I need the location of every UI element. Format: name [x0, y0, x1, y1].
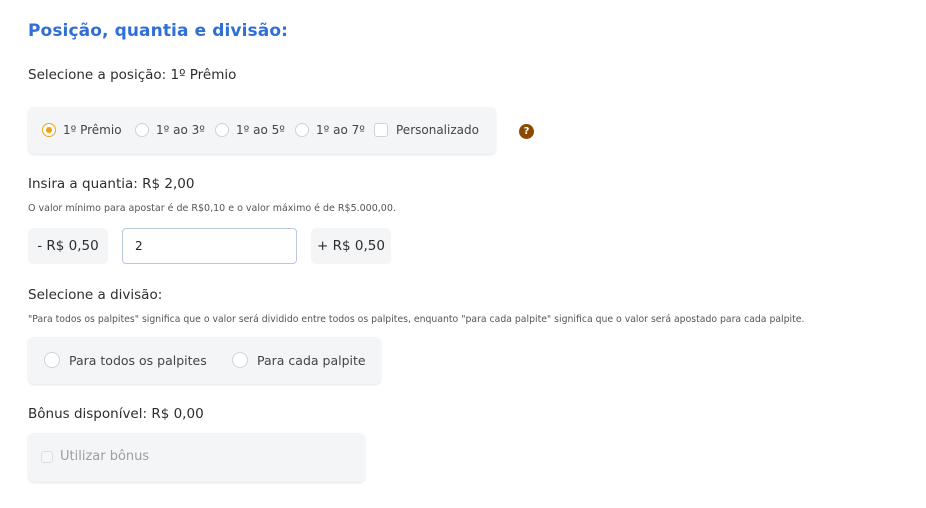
position-label: Selecione a posição: 1º Prêmio [28, 67, 237, 83]
division-option-all[interactable]: Para todos os palpites [44, 352, 207, 368]
position-option-label: 1º ao 5º [236, 123, 285, 137]
decrement-button[interactable]: - R$ 0,50 [28, 228, 108, 264]
position-option-label: 1º Prêmio [63, 123, 122, 137]
section-title: Posição, quantia e divisão: [28, 21, 288, 41]
amount-label: Insira a quantia: R$ 2,00 [28, 176, 195, 192]
question-icon[interactable]: ? [519, 124, 534, 139]
increment-button[interactable]: + R$ 0,50 [311, 228, 391, 264]
radio-icon[interactable] [44, 352, 60, 368]
position-custom-label: Personalizado [396, 123, 479, 137]
radio-icon[interactable] [135, 123, 149, 137]
amount-input[interactable] [122, 228, 297, 264]
amount-help-text: O valor mínimo para apostar é de R$0,10 … [28, 203, 396, 214]
position-option-custom[interactable]: Personalizado [374, 123, 479, 137]
radio-icon[interactable] [295, 123, 309, 137]
position-option-1-5[interactable]: 1º ao 5º [215, 123, 285, 137]
bonus-group: Utilizar bônus [28, 433, 365, 482]
checkbox-icon[interactable] [374, 123, 388, 137]
division-options-group: Para todos os palpites Para cada palpite [28, 337, 381, 384]
division-option-each[interactable]: Para cada palpite [232, 352, 366, 368]
position-option-label: 1º ao 7º [316, 123, 365, 137]
division-help-text: "Para todos os palpites" significa que o… [28, 314, 805, 325]
radio-icon[interactable] [215, 123, 229, 137]
bonus-label: Bônus disponível: R$ 0,00 [28, 406, 204, 422]
division-option-label: Para cada palpite [257, 352, 366, 368]
division-label: Selecione a divisão: [28, 287, 163, 303]
use-bonus-option[interactable]: Utilizar bônus [41, 449, 149, 464]
radio-icon[interactable] [232, 352, 248, 368]
radio-checked-icon[interactable] [42, 123, 56, 137]
use-bonus-label: Utilizar bônus [60, 449, 150, 464]
division-option-label: Para todos os palpites [69, 352, 207, 368]
position-option-1st[interactable]: 1º Prêmio [42, 123, 122, 137]
checkbox-icon[interactable] [41, 450, 53, 463]
position-option-1-3[interactable]: 1º ao 3º [135, 123, 205, 137]
position-option-label: 1º ao 3º [156, 123, 205, 137]
position-option-1-7[interactable]: 1º ao 7º [295, 123, 365, 137]
position-options-group: 1º Prêmio 1º ao 3º 1º ao 5º 1º ao 7º Per… [28, 107, 496, 154]
